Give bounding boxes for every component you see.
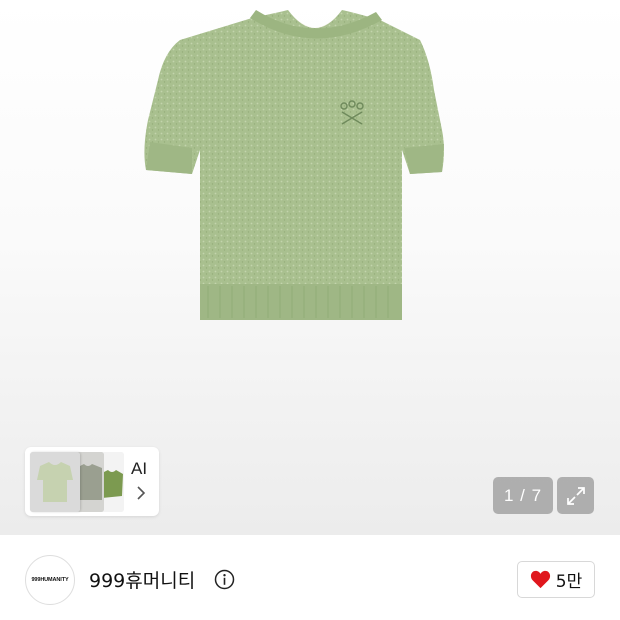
brand-row: 999HUMANITY 999휴머니티 5만 bbox=[0, 535, 620, 620]
product-image-gallery[interactable]: AI 1 / 7 bbox=[0, 0, 620, 535]
expand-button[interactable] bbox=[557, 477, 594, 514]
ai-similar-products-card[interactable]: AI bbox=[25, 447, 159, 516]
brand-name[interactable]: 999휴머니티 bbox=[89, 566, 195, 593]
chevron-right-icon bbox=[137, 486, 146, 500]
product-image-knit-tshirt[interactable] bbox=[130, 0, 500, 330]
thumbnail-1 bbox=[30, 452, 80, 512]
ai-label: AI bbox=[131, 459, 148, 478]
image-counter: 1 / 7 bbox=[493, 477, 553, 514]
like-button[interactable]: 5만 bbox=[517, 561, 595, 598]
brand-logo[interactable]: 999HUMANITY bbox=[25, 555, 75, 605]
expand-icon bbox=[566, 486, 585, 505]
brand-logo-text: 999HUMANITY bbox=[31, 577, 69, 583]
info-icon[interactable] bbox=[214, 569, 235, 590]
heart-icon bbox=[530, 570, 550, 589]
ai-thumbnail-stack bbox=[30, 452, 124, 512]
like-count: 5만 bbox=[555, 572, 583, 592]
